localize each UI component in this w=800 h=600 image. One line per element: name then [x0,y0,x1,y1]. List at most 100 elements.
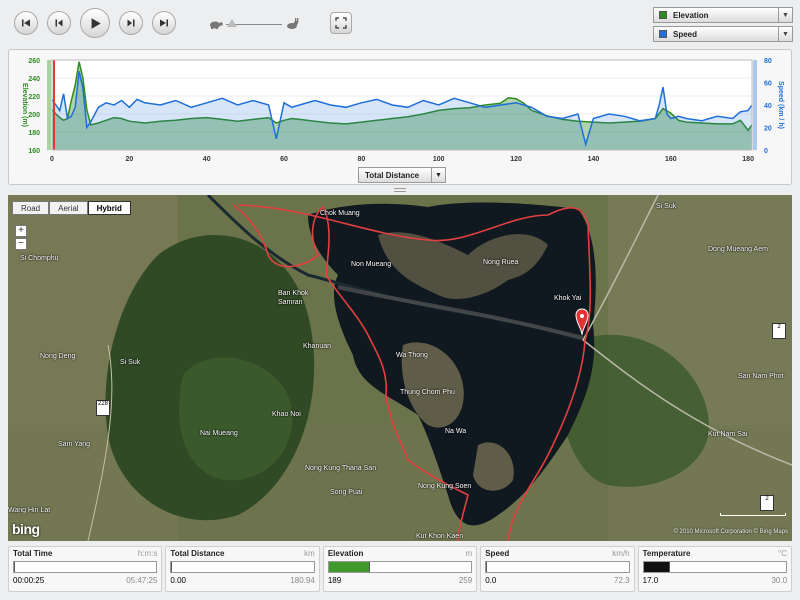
stat-temperature: Temperature °C 17.0 30.0 [637,546,793,592]
satellite-imagery [8,195,792,541]
play-icon [91,17,101,29]
stat-progress-bar[interactable] [327,561,473,573]
x-tick-label: 20 [125,156,133,163]
play-button[interactable] [80,8,110,38]
y2-tick-label: 0 [764,148,768,155]
x-tick-label: 100 [433,156,445,163]
playback-speed-slider[interactable] [208,16,300,32]
stat-unit: m [465,549,473,558]
y-tick-label: 220 [28,94,40,101]
stat-name: Elevation [327,549,364,558]
stat-speed: Speed km/h 0.0 72.3 [480,546,635,592]
y2-tick-label: 40 [764,103,772,110]
map-type-aerial[interactable]: Aerial [49,201,88,215]
stat-progress-bar[interactable] [485,561,630,573]
skip-to-end-icon [160,19,168,27]
x-tick-label: 0 [50,156,54,163]
stat-footer: 0.0 72.3 [485,576,629,585]
map-label: Na Wa [445,428,467,435]
map-label: Wang Hin Lat [8,507,51,514]
map-scale-bar [720,513,786,516]
skip-to-end-button[interactable] [152,11,176,35]
rabbit-icon [287,18,299,29]
map-label: Si Suk [120,359,141,366]
stat-progress-knob[interactable] [368,562,370,572]
map-label: Ban Khok Samran [278,290,309,306]
stat-progress-bar[interactable] [13,561,158,573]
stat-footer: 0.00 180.94 [170,576,314,585]
stat-name: Temperature [642,549,691,558]
step-back-button[interactable] [47,11,71,35]
stat-unit: h:m:s [137,549,158,558]
map-label: Song Puai [330,489,363,496]
stat-max-value: 30.0 [771,576,788,585]
step-forward-button[interactable] [119,11,143,35]
y2-axis-title: Speed (km / h) [777,81,784,129]
stat-progress-fill [643,562,670,572]
x-tick-label: 120 [510,156,522,163]
speed-slider-thumb[interactable] [227,19,237,27]
route-shield: 2 [760,495,774,511]
step-back-icon [55,19,63,27]
stat-max-value: 180.94 [290,576,315,585]
map-type-switcher: Road Aerial Hybrid [12,201,131,215]
primary-series-swatch [659,11,667,19]
map-label: Nong Deng [40,353,76,360]
chart-canvas[interactable]: 160 180 200 220 240 260 0 20 40 60 80 0 20 40 60 80 100 1… [9,50,793,186]
stat-name: Speed [485,549,510,558]
stat-unit: km [304,549,315,558]
stat-unit: °C [778,549,788,558]
x-tick-label: 40 [203,156,211,163]
elevation-speed-chart[interactable]: 160 180 200 220 240 260 0 20 40 60 80 0 20 40 60 80 100 1… [8,49,792,185]
x-tick-label: 160 [665,156,677,163]
stat-total-distance: Total Distance km 0.00 180.94 [165,546,320,592]
step-forward-icon [127,19,135,27]
y-tick-label: 180 [28,130,40,137]
zoom-in-button[interactable]: + [15,225,27,237]
map-type-road[interactable]: Road [12,201,50,215]
stat-current-value: 0.00 [170,576,186,585]
secondary-series-select[interactable]: Speed ▼ [653,26,793,42]
map-view[interactable]: Road Aerial Hybrid + − Chok Muang Non Mu… [8,195,792,541]
stat-progress-bar[interactable] [170,561,315,573]
zoom-out-button[interactable]: − [15,238,27,250]
stat-unit: km/h [612,549,630,558]
map-label: Si Chomphu [20,255,59,262]
stat-progress-knob[interactable] [171,562,173,572]
stat-progress-knob[interactable] [486,562,488,572]
map-label: Nong Kung Thana San [305,465,377,472]
secondary-series-label: Speed [673,29,698,39]
stats-bar: Total Time h:m:s 00:00:25 05:47:25 Total Dis… [8,546,793,592]
chevron-down-icon: ▼ [778,27,792,41]
x-tick-label: 60 [280,156,288,163]
y2-tick-label: 20 [764,126,772,133]
stat-progress-knob[interactable] [669,562,671,572]
stat-progress-fill [328,562,369,572]
map-label: Wa Thong [396,352,428,359]
fullscreen-button[interactable] [330,12,352,34]
panel-splitter-handle[interactable] [394,188,406,192]
y2-tick-label: 60 [764,81,772,88]
stat-name: Total Time [13,549,53,558]
stat-progress-knob[interactable] [14,562,15,572]
chevron-down-icon: ▼ [431,168,445,182]
y-axis-title: Elevation (m) [21,83,28,127]
stat-progress-bar[interactable] [642,561,788,573]
map-type-hybrid[interactable]: Hybrid [87,201,131,215]
stat-current-value: 189 [327,576,342,585]
secondary-series-swatch [659,30,667,38]
map-label: Khok Yai [554,295,582,302]
x-tick-label: 180 [742,156,754,163]
route-shield: 2 [772,323,786,339]
primary-series-select[interactable]: Elevation ▼ [653,7,793,23]
stat-header: Total Distance km [170,549,314,558]
map-label: Khao Noi [272,411,301,418]
xaxis-select[interactable]: Total Distance ▼ [358,167,446,183]
skip-to-start-button[interactable] [14,11,38,35]
x-tick-label: 140 [588,156,600,163]
map-label: Khanuan [303,343,332,350]
fullscreen-icon [335,17,347,29]
x-tick-label: 80 [357,156,365,163]
right-axis-band [753,60,757,150]
map-label: Nong Ruea [483,259,519,266]
